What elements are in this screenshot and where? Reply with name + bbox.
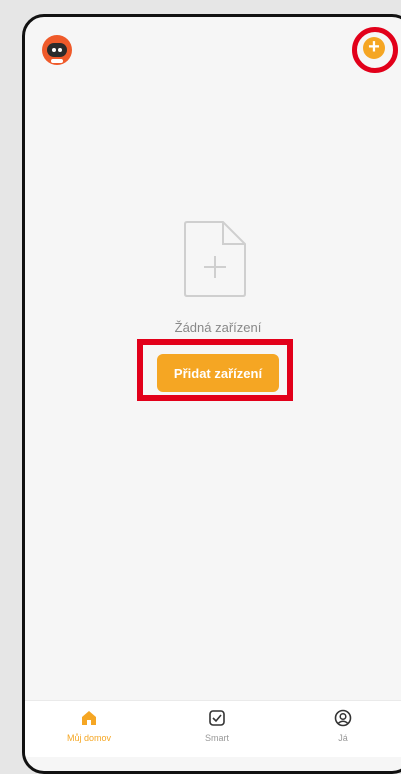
tab-label: Já <box>338 733 348 743</box>
tab-my-home[interactable]: Můj domov <box>49 709 129 743</box>
tab-label: Můj domov <box>66 733 111 743</box>
app-screen: + Žádná zařízení Přidat zařízení Můj dom… <box>22 14 401 774</box>
checkbox-icon <box>209 710 225 726</box>
add-document-icon <box>184 221 246 297</box>
bottom-tab-bar: Můj domov Smart Já <box>25 700 401 757</box>
plus-circle-icon[interactable]: + <box>363 37 385 59</box>
tab-label: Smart <box>204 733 229 743</box>
user-circle-icon <box>334 709 352 727</box>
tab-smart[interactable]: Smart <box>177 709 257 743</box>
tab-me[interactable]: Já <box>303 709 383 743</box>
add-device-button[interactable]: Přidat zařízení <box>157 354 279 392</box>
robot-avatar-icon[interactable] <box>42 35 72 65</box>
avatar-face <box>47 43 67 57</box>
empty-state-message: Žádná zařízení <box>174 320 262 335</box>
home-icon <box>82 711 96 725</box>
